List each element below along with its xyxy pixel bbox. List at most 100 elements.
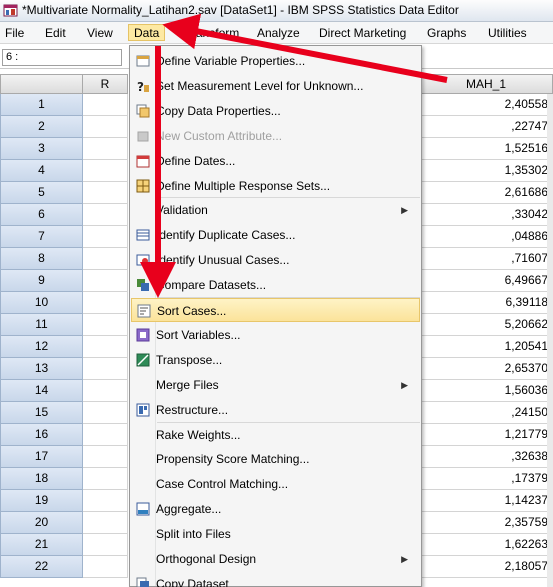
cell[interactable] [83, 468, 128, 490]
cell-mah-1[interactable]: ,24150 [420, 402, 553, 424]
cell-reference-field[interactable]: 6 : [2, 49, 122, 66]
cell-mah-1[interactable]: 1,35302 [420, 160, 553, 182]
cell[interactable] [83, 226, 128, 248]
cell[interactable] [83, 380, 128, 402]
row-number[interactable]: 10 [0, 292, 83, 314]
menu-item-compare-datasets[interactable]: Compare Datasets... [131, 273, 420, 297]
menu-item-transpose[interactable]: Transpose... [131, 348, 420, 372]
menu-edit[interactable]: Edit [40, 25, 71, 42]
row-number[interactable]: 7 [0, 226, 83, 248]
cell[interactable] [83, 534, 128, 556]
row-number[interactable]: 11 [0, 314, 83, 336]
menu-item-aggregate[interactable]: Aggregate... [131, 497, 420, 521]
row-number[interactable]: 2 [0, 116, 83, 138]
menu-item-merge-files[interactable]: Merge Files ▶ [131, 373, 420, 397]
menu-graphs[interactable]: Graphs [422, 25, 471, 42]
cell[interactable] [83, 182, 128, 204]
menu-item-copy-data-properties[interactable]: Copy Data Properties... [131, 99, 420, 123]
cell-mah-1[interactable]: 1,52516 [420, 138, 553, 160]
cell-mah-1[interactable]: ,04886 [420, 226, 553, 248]
cell[interactable] [83, 358, 128, 380]
menu-view[interactable]: View [82, 25, 118, 42]
cell[interactable] [83, 490, 128, 512]
row-number[interactable]: 18 [0, 468, 83, 490]
cell[interactable] [83, 512, 128, 534]
cell-mah-1[interactable]: 1,62263 [420, 534, 553, 556]
cell-mah-1[interactable]: 1,20541 [420, 336, 553, 358]
cell-mah-1[interactable]: 2,65370 [420, 358, 553, 380]
cell[interactable] [83, 94, 128, 116]
cell-mah-1[interactable]: 1,21779 [420, 424, 553, 446]
cell[interactable] [83, 556, 128, 578]
cell-mah-1[interactable]: 2,35759 [420, 512, 553, 534]
menu-item-split-into-files[interactable]: Split into Files [131, 522, 420, 546]
row-number[interactable]: 16 [0, 424, 83, 446]
menu-item-validation[interactable]: Validation ▶ [131, 198, 420, 222]
menu-item-rake-weights[interactable]: Rake Weights... [131, 423, 420, 447]
menu-item-define-multiple-response-sets[interactable]: Define Multiple Response Sets... [131, 174, 420, 198]
menu-item-orthogonal-design[interactable]: Orthogonal Design ▶ [131, 547, 420, 571]
row-number[interactable]: 20 [0, 512, 83, 534]
menu-direct-marketing[interactable]: Direct Marketing [314, 25, 411, 42]
menu-item-sort-cases[interactable]: Sort Cases... [131, 298, 420, 322]
cell-mah-1[interactable]: 2,18057 [420, 556, 553, 578]
cell-mah-1[interactable]: ,17379 [420, 468, 553, 490]
menu-data[interactable]: Data [128, 24, 166, 41]
row-number[interactable]: 8 [0, 248, 83, 270]
grid-corner[interactable] [0, 74, 83, 94]
cell[interactable] [83, 160, 128, 182]
menu-item-identify-unusual-cases[interactable]: Identify Unusual Cases... [131, 248, 420, 272]
row-number[interactable]: 9 [0, 270, 83, 292]
cell-mah-1[interactable]: ,33042 [420, 204, 553, 226]
cell[interactable] [83, 248, 128, 270]
cell[interactable] [83, 270, 128, 292]
row-number[interactable]: 5 [0, 182, 83, 204]
row-number[interactable]: 17 [0, 446, 83, 468]
cell-mah-1[interactable]: 5,20662 [420, 314, 553, 336]
cell-mah-1[interactable]: 1,14237 [420, 490, 553, 512]
row-number[interactable]: 13 [0, 358, 83, 380]
row-number[interactable]: 22 [0, 556, 83, 578]
menu-item-case-control-matching[interactable]: Case Control Matching... [131, 472, 420, 496]
row-number[interactable]: 4 [0, 160, 83, 182]
cell-mah-1[interactable]: 1,56036 [420, 380, 553, 402]
cell[interactable] [83, 138, 128, 160]
cell[interactable] [83, 314, 128, 336]
cell-mah-1[interactable]: ,22747 [420, 116, 553, 138]
row-number[interactable]: 19 [0, 490, 83, 512]
row-number[interactable]: 3 [0, 138, 83, 160]
menu-item-define-dates[interactable]: Define Dates... [131, 149, 420, 173]
row-number[interactable]: 12 [0, 336, 83, 358]
cell-mah-1[interactable]: 2,40558 [420, 94, 553, 116]
menu-transform[interactable]: Transform [180, 25, 244, 42]
menu-item-sort-variables[interactable]: Sort Variables... [131, 323, 420, 347]
cell-mah-1[interactable]: ,32638 [420, 446, 553, 468]
menu-item-restructure[interactable]: Restructure... [131, 398, 420, 422]
menu-analyze[interactable]: Analyze [252, 25, 305, 42]
menu-item-define-variable-properties[interactable]: Define Variable Properties... [131, 49, 420, 73]
cell[interactable] [83, 336, 128, 358]
cell[interactable] [83, 116, 128, 138]
menu-item-propensity-score-matching[interactable]: Propensity Score Matching... [131, 447, 420, 471]
column-header[interactable]: R [83, 74, 128, 94]
column-header-mah-1[interactable]: MAH_1 [420, 74, 553, 94]
menu-utilities[interactable]: Utilities [483, 25, 532, 42]
cell-mah-1[interactable]: 6,49667 [420, 270, 553, 292]
cell[interactable] [83, 424, 128, 446]
vertical-scrollbar[interactable] [547, 94, 553, 587]
cell-mah-1[interactable]: 2,61686 [420, 182, 553, 204]
row-number[interactable]: 21 [0, 534, 83, 556]
menu-item-identify-duplicate-cases[interactable]: Identify Duplicate Cases... [131, 223, 420, 247]
cell-mah-1[interactable]: ,71607 [420, 248, 553, 270]
row-number[interactable]: 6 [0, 204, 83, 226]
menu-file[interactable]: File [0, 25, 29, 42]
menu-item-copy-dataset[interactable]: Copy Dataset [131, 572, 420, 587]
row-number[interactable]: 15 [0, 402, 83, 424]
menu-item-set-measurement-level-for-unknown[interactable]: ? Set Measurement Level for Unknown... [131, 74, 420, 98]
row-number[interactable]: 1 [0, 94, 83, 116]
cell[interactable] [83, 292, 128, 314]
row-number[interactable]: 14 [0, 380, 83, 402]
cell-mah-1[interactable]: 6,39118 [420, 292, 553, 314]
cell[interactable] [83, 204, 128, 226]
cell[interactable] [83, 402, 128, 424]
